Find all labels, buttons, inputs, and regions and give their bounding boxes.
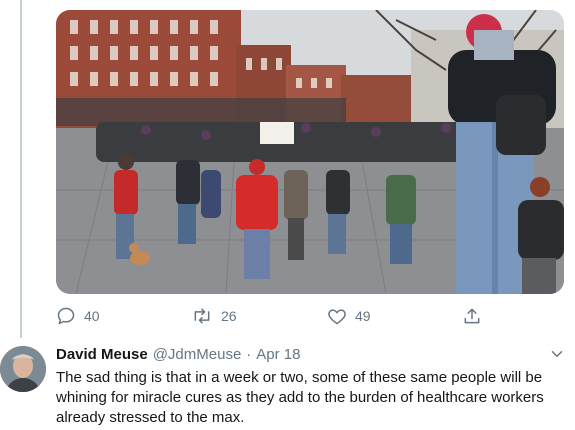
tweet-action-bar: 40 26 49 bbox=[56, 304, 564, 328]
protest-crowd-image bbox=[56, 10, 564, 294]
thread-connector-line bbox=[20, 0, 22, 338]
like-count: 49 bbox=[355, 308, 371, 324]
tweet-text: The sad thing is that in a week or two, … bbox=[56, 369, 544, 426]
tweet-date[interactable]: Apr 18 bbox=[256, 345, 300, 365]
reply-icon bbox=[57, 307, 75, 325]
retweet-icon bbox=[194, 308, 210, 324]
avatar[interactable] bbox=[0, 346, 46, 392]
tweet-photo[interactable] bbox=[56, 10, 564, 294]
reply-action[interactable]: 40 bbox=[56, 304, 100, 328]
tweet-header: David Meuse @JdmMeuse · Apr 18 bbox=[56, 345, 566, 365]
separator-dot: · bbox=[246, 346, 252, 363]
reply-tweet[interactable]: David Meuse @JdmMeuse · Apr 18 The sad t… bbox=[56, 345, 566, 428]
author-handle[interactable]: @JdmMeuse bbox=[153, 345, 242, 365]
author-name[interactable]: David Meuse bbox=[56, 345, 148, 365]
profile-photo-icon bbox=[0, 346, 46, 392]
retweet-count: 26 bbox=[221, 308, 237, 324]
like-icon bbox=[328, 309, 346, 325]
share-action[interactable] bbox=[462, 304, 482, 328]
retweet-action[interactable]: 26 bbox=[191, 304, 237, 328]
chevron-down-icon[interactable] bbox=[548, 345, 566, 363]
like-action[interactable]: 49 bbox=[327, 304, 371, 328]
share-icon bbox=[464, 308, 480, 324]
reply-count: 40 bbox=[84, 308, 100, 324]
